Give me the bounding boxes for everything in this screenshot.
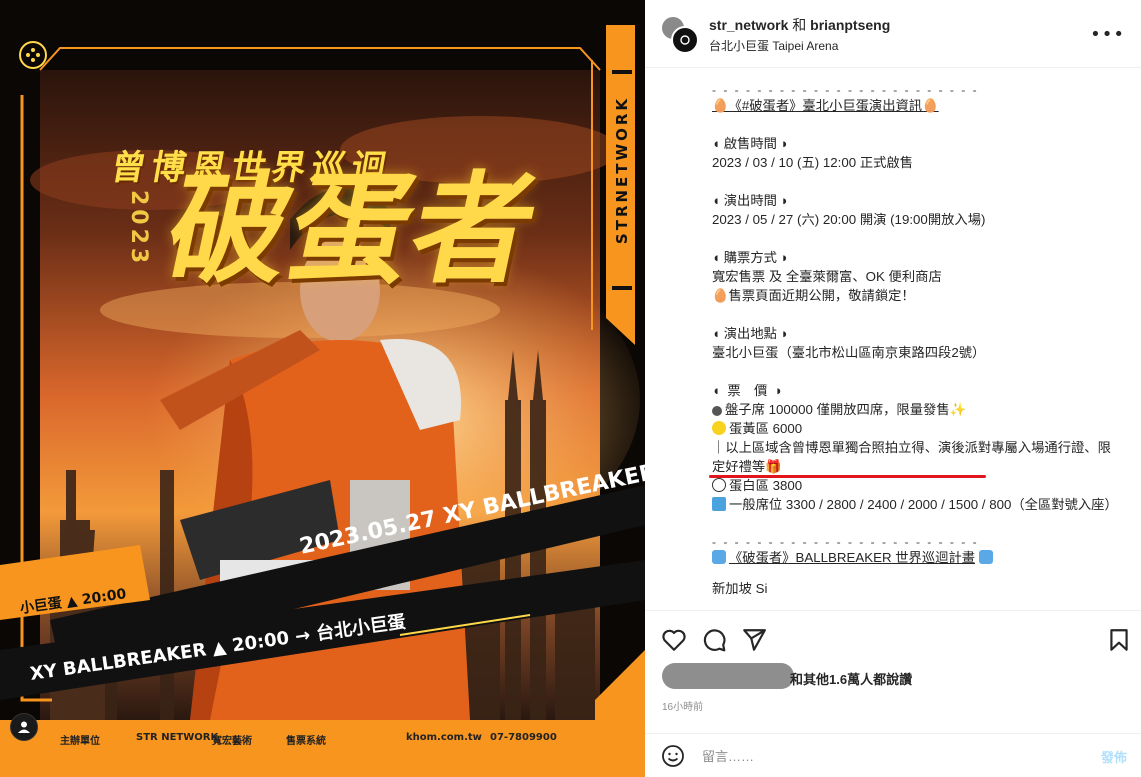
- red-underline-annotation: [709, 475, 986, 478]
- venue-value: 臺北小巨蛋（臺北市松山區南京東路四段2號）: [712, 345, 986, 360]
- sponsor-phone: 07-7809900: [490, 732, 557, 743]
- share-icon[interactable]: [741, 627, 767, 653]
- sponsor-organizer: 主辦單位: [60, 736, 100, 747]
- sale-value: 2023 / 03 / 10 (五) 12:00 正式啟售: [712, 155, 914, 170]
- person-icon: [18, 721, 30, 733]
- tour-title-row: 《破蛋者》BALLBREAKER 世界巡迴計畫: [712, 548, 1122, 567]
- collab-avatars[interactable]: [660, 15, 700, 55]
- sponsor-ticket-system: 售票系統: [286, 736, 326, 747]
- post-actions: 和其他1.6萬人都說讚 16小時前: [645, 610, 1141, 745]
- sponsor-strnetwork: STR NETWORK: [136, 732, 219, 743]
- poster-main-title: 破蛋者: [155, 159, 552, 300]
- bookmark-icon[interactable]: [1106, 627, 1132, 653]
- post-time[interactable]: 16小時前: [662, 698, 703, 713]
- plate-icon: [712, 406, 722, 416]
- plane-icon-2: [979, 550, 994, 564]
- sale-label: ◖ 啟售時間 ◗: [712, 136, 789, 151]
- authors-conjunction: 和: [788, 17, 811, 33]
- plane-icon: [712, 550, 726, 564]
- venue-label: ◖ 演出地點 ◗: [712, 326, 789, 341]
- likes-count[interactable]: 和其他1.6萬人都說讚: [790, 669, 912, 688]
- caption-heading: 🥚《#破蛋者》臺北小巨蛋演出資訊🥚: [712, 98, 939, 113]
- comment-input[interactable]: [702, 746, 1072, 766]
- price-general: 一般席位 3300 / 2800 / 2400 / 2000 / 1500 / …: [729, 497, 1118, 512]
- post-image[interactable]: 曾博恩世界巡迴 破蛋者 2023 STRNETWORK 2023.05.27 X…: [0, 0, 645, 777]
- comment-icon[interactable]: [701, 627, 727, 653]
- tour-title: 《破蛋者》BALLBREAKER 世界巡迴計畫: [729, 550, 976, 565]
- buy-value-2: 🥚售票頁面近期公開，敬請鎖定！: [712, 288, 915, 303]
- price-plate: 盤子席 100000 僅開放四席，限量發售✨: [725, 402, 967, 417]
- buy-label: ◖ 購票方式 ◗: [712, 250, 789, 265]
- buy-value-1: 寬宏售票 及 全臺萊爾富、OK 便利商店: [712, 269, 942, 284]
- more-horizontal-icon[interactable]: •••: [1090, 24, 1125, 45]
- sponsor-website: khom.com.tw: [406, 732, 482, 743]
- price-label: ◖ 票 價 ◗: [712, 383, 783, 398]
- comment-bar: 發佈: [645, 733, 1141, 777]
- post-caption: - - - - - - - - - - - - - - - - - - - - …: [645, 69, 1141, 610]
- heart-icon[interactable]: [661, 627, 687, 653]
- post-authors: str_network 和 brianptseng: [709, 15, 890, 35]
- poster-sponsor-bar: [0, 720, 645, 777]
- price-general-row: 一般席位 3300 / 2800 / 2400 / 2000 / 1500 / …: [712, 495, 1122, 514]
- sponsor-kham: 寬宏藝術: [212, 736, 252, 747]
- post-header: str_network 和 brianptseng 台北小巨蛋 Taipei A…: [645, 0, 1141, 68]
- show-label: ◖ 演出時間 ◗: [712, 193, 789, 208]
- price-plate-row: 盤子席 100000 僅開放四席，限量發售✨: [712, 400, 1122, 419]
- price-white: 蛋白區 3800: [729, 478, 803, 493]
- white-circle-icon: [712, 478, 726, 492]
- avatar-str-network[interactable]: [671, 26, 699, 54]
- seat-icon: [712, 497, 726, 511]
- poster-year: 2023: [126, 190, 151, 268]
- price-yolk: 蛋黃區 6000: [729, 421, 803, 436]
- tagged-user-icon[interactable]: [10, 713, 38, 741]
- price-yolk-row: 蛋黃區 6000: [712, 419, 1122, 438]
- post-detail-panel: str_network 和 brianptseng 台北小巨蛋 Taipei A…: [645, 0, 1141, 777]
- caption-cut-text: 新加坡 Si: [712, 581, 768, 596]
- poster-brand-vertical: STRNETWORK: [613, 96, 631, 245]
- post-comment-button[interactable]: 發佈: [1101, 747, 1127, 766]
- price-yolk-note: ｜以上區域含曾博恩單獨合照拍立得、演後派對專屬入場通行證、限定好禮等🎁: [712, 440, 1111, 474]
- price-white-row: 蛋白區 3800: [712, 476, 1122, 495]
- show-value: 2023 / 05 / 27 (六) 20:00 開演 (19:00開放入場): [712, 212, 986, 227]
- author-link-str-network[interactable]: str_network: [709, 17, 788, 33]
- liked-by-redacted: [662, 663, 794, 689]
- post-location[interactable]: 台北小巨蛋 Taipei Arena: [709, 37, 838, 54]
- author-link-brianptseng[interactable]: brianptseng: [810, 17, 890, 33]
- str-logo-icon: [680, 35, 690, 45]
- yellow-circle-icon: [712, 421, 726, 435]
- emoji-icon[interactable]: [661, 744, 685, 768]
